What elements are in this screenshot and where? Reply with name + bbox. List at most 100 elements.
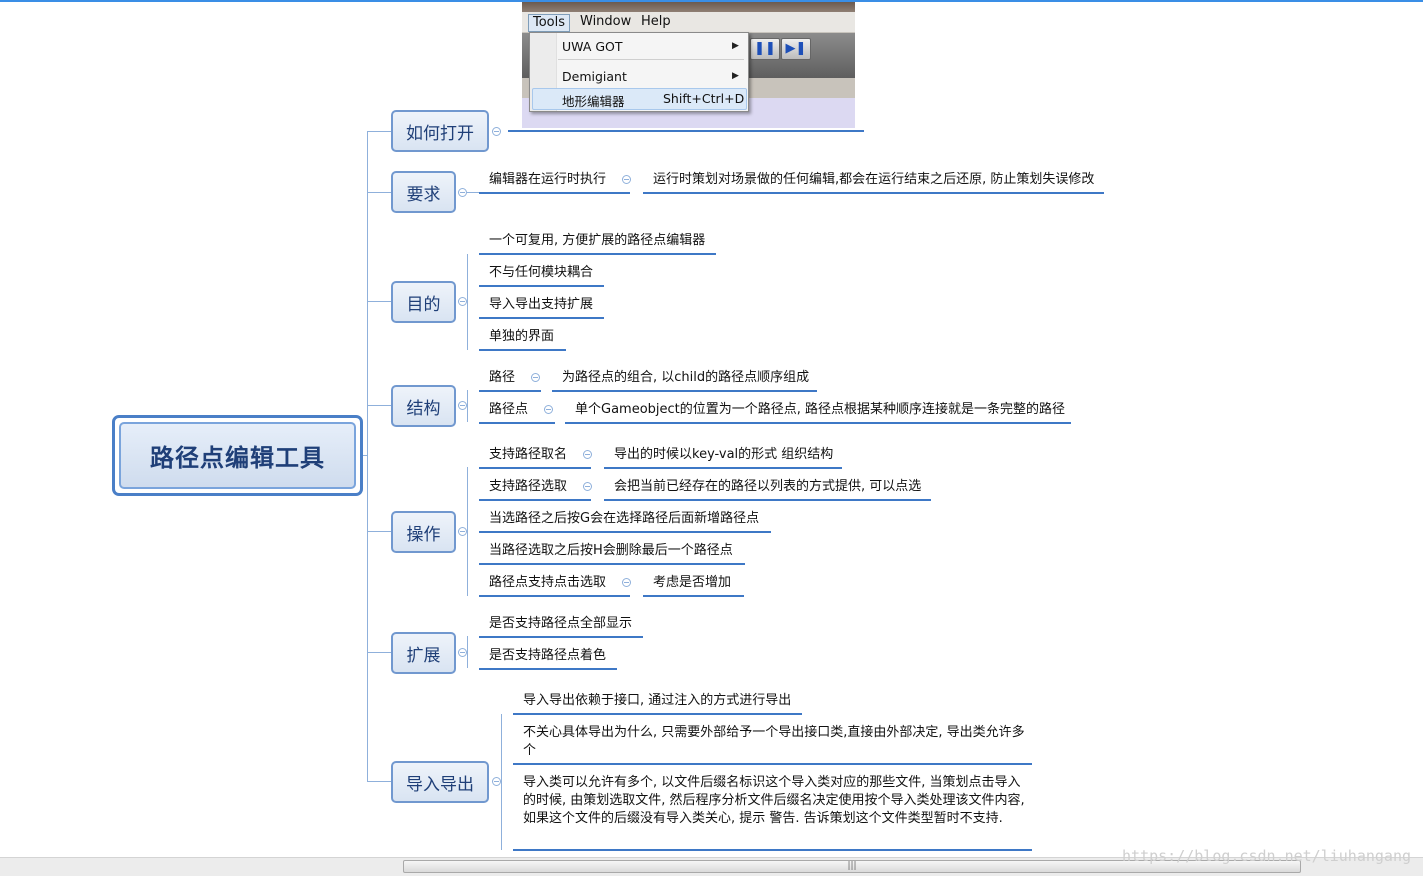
root-node[interactable]: 路径点编辑工具: [112, 415, 363, 496]
leaf-export-interface[interactable]: 不关心具体导出为什么, 只需要外部给予一个导出接口类,直接由外部决定, 导出类允…: [523, 724, 1028, 760]
branch-purpose[interactable]: 目的: [391, 281, 456, 323]
step-icon[interactable]: ▶❚: [781, 38, 811, 60]
collapse-icon[interactable]: [583, 450, 592, 459]
leaf-underline: [479, 349, 566, 351]
menu-help[interactable]: Help: [641, 14, 671, 30]
leaf-reusable-editor[interactable]: 一个可复用, 方便扩展的路径点编辑器: [489, 232, 705, 250]
leaf-consider-add[interactable]: 考虑是否增加: [653, 574, 731, 592]
branch-extension[interactable]: 扩展: [391, 632, 456, 674]
collapse-icon[interactable]: [458, 527, 467, 536]
leaf-underline: [513, 849, 1032, 851]
branch-structure[interactable]: 结构: [391, 385, 456, 427]
watermark: https://blog.csdn.net/liuhangang: [1122, 847, 1411, 865]
leaf-underline: [479, 595, 630, 597]
leaf-underline: [604, 467, 842, 469]
children-connector: [467, 254, 468, 350]
leaf-no-coupling[interactable]: 不与任何模块耦合: [489, 264, 593, 282]
menu-window[interactable]: Window: [580, 14, 631, 30]
leaf-path-select[interactable]: 支持路径选取: [489, 478, 567, 496]
branch-label: 结构: [406, 398, 441, 419]
leaf-underline: [643, 595, 744, 597]
leaf-underline: [513, 713, 802, 715]
branch-connector: [367, 192, 392, 193]
leaf-io-extensible[interactable]: 导入导出支持扩展: [489, 296, 593, 314]
collapse-icon[interactable]: [622, 578, 631, 587]
menu-item-uwa-got[interactable]: UWA GOT: [562, 39, 623, 54]
tools-dropdown-menu: UWA GOT ▶ Demigiant ▶ 地形编辑器 Shift+Ctrl+D: [529, 32, 749, 112]
branch-how-to-open[interactable]: 如何打开: [391, 110, 489, 152]
leaf-underline: [479, 390, 541, 392]
branch-label: 扩展: [406, 645, 441, 666]
leaf-underline: [479, 192, 630, 194]
collapse-icon[interactable]: [531, 373, 540, 382]
leaf-runtime-revert[interactable]: 运行时策划对场景做的任何编辑,都会在运行结束之后还原, 防止策划失误修改: [653, 171, 1094, 189]
leaf-click-select[interactable]: 路径点支持点击选取: [489, 574, 606, 592]
collapse-icon[interactable]: [458, 648, 467, 657]
collapse-icon[interactable]: [544, 405, 553, 414]
leaf-underline: [604, 499, 931, 501]
leaf-underline: [479, 499, 591, 501]
screenshot-menubar: Tools Window Help: [522, 12, 855, 33]
children-connector: [467, 636, 468, 668]
menu-tools[interactable]: Tools: [528, 14, 571, 32]
collapse-icon[interactable]: [622, 175, 631, 184]
children-connector: [467, 467, 468, 596]
leaf-key-val[interactable]: 导出的时候以key-val的形式 组织结构: [614, 446, 833, 464]
leaf-waypoint-desc[interactable]: 单个Gameobject的位置为一个路径点, 路径点根据某种顺序连接就是一条完整…: [575, 401, 1065, 419]
child-connector: [467, 192, 479, 193]
branch-connector: [367, 405, 392, 406]
root-node-inner: 路径点编辑工具: [119, 422, 356, 489]
leaf-press-g[interactable]: 当选路径之后按G会在选择路径后面新增路径点: [489, 510, 759, 528]
collapse-icon[interactable]: [458, 188, 467, 197]
collapse-icon[interactable]: [583, 482, 592, 491]
leaf-underline: [479, 317, 604, 319]
leaf-press-h[interactable]: 当路径选取之后按H会删除最后一个路径点: [489, 542, 733, 560]
leaf-underline: [643, 192, 1104, 194]
collapse-icon[interactable]: [458, 297, 467, 306]
leaf-runtime-edit[interactable]: 编辑器在运行时执行: [489, 171, 606, 189]
children-connector: [501, 714, 502, 850]
branch-label: 导入导出: [406, 774, 474, 795]
leaf-import-classes[interactable]: 导入类可以允许有多个, 以文件后缀名标识这个导入类对应的那些文件, 当策划点击导…: [523, 774, 1028, 828]
branch-label: 要求: [406, 184, 441, 205]
collapse-icon[interactable]: [492, 127, 501, 136]
leaf-show-all[interactable]: 是否支持路径点全部显示: [489, 615, 632, 633]
menu-screenshot-image: Tools Window Help ❚❚ ▶❚ UWA GOT ▶ Demigi…: [522, 2, 855, 128]
leaf-underline: [479, 285, 604, 287]
branch-connector: [367, 301, 392, 302]
leaf-waypoint[interactable]: 路径点: [489, 401, 528, 419]
branch-label: 如何打开: [406, 123, 474, 144]
leaf-path-naming[interactable]: 支持路径取名: [489, 446, 567, 464]
leaf-underline: [565, 422, 1071, 424]
leaf-underline: [479, 668, 617, 670]
leaf-underline: [479, 563, 745, 565]
image-underline: [508, 130, 864, 132]
branch-import-export[interactable]: 导入导出: [391, 761, 489, 803]
root-title: 路径点编辑工具: [150, 444, 325, 472]
collapse-icon[interactable]: [458, 401, 467, 410]
branch-connector: [367, 531, 392, 532]
menu-item-shortcut: Shift+Ctrl+D: [663, 91, 745, 106]
trunk-connector: [367, 131, 368, 782]
leaf-underline: [479, 422, 555, 424]
leaf-list-select[interactable]: 会把当前已经存在的路径以列表的方式提供, 可以点选: [614, 478, 921, 496]
branch-operations[interactable]: 操作: [391, 511, 456, 553]
leaf-underline: [479, 253, 716, 255]
children-connector: [467, 390, 468, 422]
branch-requirements[interactable]: 要求: [391, 171, 456, 213]
leaf-coloring[interactable]: 是否支持路径点着色: [489, 647, 606, 665]
collapse-icon[interactable]: [492, 777, 501, 786]
leaf-path-desc[interactable]: 为路径点的组合, 以child的路径点顺序组成: [562, 369, 809, 387]
pause-icon[interactable]: ❚❚: [750, 38, 780, 60]
leaf-path[interactable]: 路径: [489, 369, 515, 387]
leaf-interface-injection[interactable]: 导入导出依赖于接口, 通过注入的方式进行导出: [523, 692, 791, 710]
menu-item-terrain-editor[interactable]: 地形编辑器: [562, 91, 625, 110]
leaf-underline: [479, 636, 643, 638]
branch-connector: [367, 781, 392, 782]
leaf-standalone-ui[interactable]: 单独的界面: [489, 328, 554, 346]
leaf-underline: [479, 467, 591, 469]
menu-separator: [558, 59, 744, 60]
menu-item-demigiant[interactable]: Demigiant: [562, 69, 627, 84]
leaf-underline: [479, 531, 771, 533]
submenu-arrow-icon: ▶: [732, 41, 739, 51]
